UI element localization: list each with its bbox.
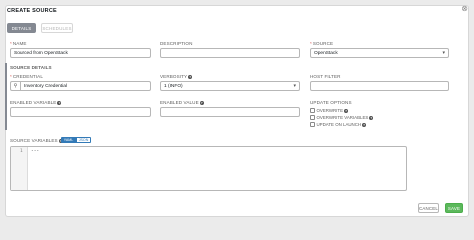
cancel-button[interactable]: CANCEL [418, 203, 439, 213]
verbosity-label: VERBOSITY? [160, 74, 193, 79]
editor-code[interactable]: --- [31, 149, 39, 154]
tab-schedules[interactable]: SCHEDULES [41, 23, 73, 33]
overwrite-checkbox[interactable]: OVERWRITE ? [310, 108, 349, 113]
verbosity-select-value: 1 (INFO) [164, 83, 183, 89]
name-label: *NAME [10, 41, 27, 46]
checkbox-box[interactable] [310, 108, 315, 113]
line-number: 1 [20, 149, 23, 154]
description-input[interactable] [160, 48, 300, 58]
verbosity-select[interactable]: 1 (INFO) ▾ [160, 81, 300, 91]
search-icon[interactable]: ⚲ [10, 81, 20, 91]
update-on-launch-checkbox[interactable]: UPDATE ON LAUNCH ? [310, 122, 367, 127]
help-icon[interactable]: ? [362, 122, 367, 127]
source-select-value: OpenStack [314, 50, 338, 56]
help-icon[interactable]: ? [344, 108, 349, 113]
enabled-variable-input[interactable] [10, 107, 151, 117]
help-icon[interactable]: ? [369, 115, 374, 120]
update-options-label: UPDATE OPTIONS [310, 100, 352, 105]
help-icon[interactable]: ? [57, 100, 62, 105]
credential-lookup: ⚲ Inventory Credential [10, 81, 151, 91]
enabled-value-label: ENABLED VALUE? [160, 100, 204, 105]
source-label: *SOURCE [310, 41, 334, 46]
host-filter-label: HOST FILTER [310, 74, 341, 79]
description-label: DESCRIPTION [160, 41, 193, 46]
credential-label: *CREDENTIAL [10, 74, 43, 79]
name-input[interactable]: Sourced from OpenStack [10, 48, 151, 58]
yaml-toggle[interactable]: YAML [61, 137, 76, 143]
source-select[interactable]: OpenStack ▾ [310, 48, 449, 58]
help-icon[interactable]: ? [188, 74, 193, 79]
dialog-title: CREATE SOURCE [7, 8, 57, 14]
close-icon[interactable]: ⊗ [461, 5, 468, 13]
chevron-down-icon: ▾ [293, 83, 296, 89]
save-button[interactable]: SAVE [445, 203, 463, 213]
tab-details[interactable]: DETAILS [7, 23, 36, 33]
credential-input[interactable]: Inventory Credential [20, 81, 151, 91]
checkbox-box[interactable] [310, 122, 315, 127]
chevron-down-icon: ▾ [442, 50, 445, 56]
overwrite-variables-checkbox[interactable]: OVERWRITE VARIABLES ? [310, 115, 374, 120]
host-filter-input[interactable] [310, 81, 449, 91]
source-variables-editor[interactable]: 1 --- [10, 146, 407, 191]
checkbox-box[interactable] [310, 115, 315, 120]
json-toggle[interactable]: JSON [76, 137, 91, 143]
enabled-variable-label: ENABLED VARIABLE? [10, 100, 62, 105]
section-accent-bar [5, 63, 7, 130]
enabled-value-input[interactable] [160, 107, 300, 117]
source-variables-label: SOURCE VARIABLES? [10, 138, 63, 143]
source-details-title: SOURCE DETAILS [10, 65, 52, 70]
help-icon[interactable]: ? [199, 100, 204, 105]
